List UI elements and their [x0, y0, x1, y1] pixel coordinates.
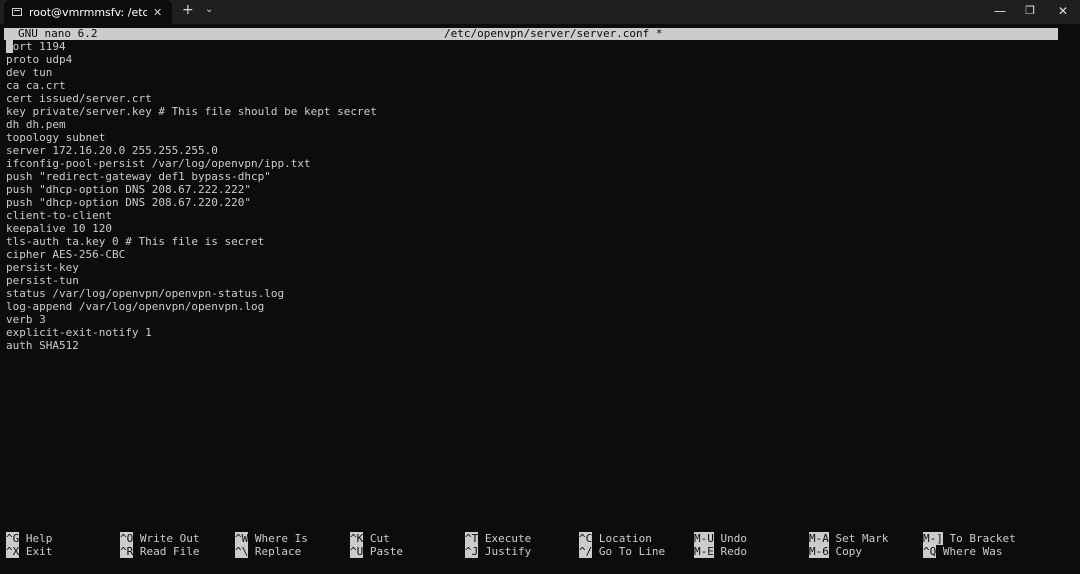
shortcut-key: ^W	[235, 532, 249, 545]
nano-version: GNU nano 6.2	[18, 27, 98, 40]
shortcut-key: ^X	[6, 545, 20, 558]
shortcut-label: Exit	[25, 545, 53, 558]
shortcut-label: Justify	[484, 545, 532, 558]
editor-line[interactable]: cipher AES-256-CBC	[6, 248, 1066, 261]
shortcut-key: ^Q	[923, 545, 937, 558]
shortcut-key: ^R	[120, 545, 134, 558]
shortcut-to-bracket[interactable]: M-] To Bracket	[923, 532, 1016, 545]
title-bar: root@vmrmmsfv: /etc/easy-r ✕ + ⌄ — ❐ ✕	[0, 0, 1080, 24]
shortcut-label: Replace	[254, 545, 302, 558]
shortcut-key: ^T	[465, 532, 479, 545]
maximize-button[interactable]: ❐	[1015, 0, 1045, 24]
editor-line[interactable]: key private/server.key # This file shoul…	[6, 105, 1066, 118]
editor-line[interactable]: push "redirect-gateway def1 bypass-dhcp"	[6, 170, 1066, 183]
editor-line[interactable]: ca ca.crt	[6, 79, 1066, 92]
shortcut-go-to-line[interactable]: ^/ Go To Line	[579, 545, 665, 558]
shortcut-location[interactable]: ^C Location	[579, 532, 652, 545]
editor-line[interactable]: verb 3	[6, 313, 1066, 326]
shortcut-key: ^\	[235, 545, 249, 558]
close-button[interactable]: ✕	[1048, 0, 1078, 24]
shortcut-key: ^C	[579, 532, 593, 545]
shortcut-label: Read File	[139, 545, 200, 558]
shortcut-where-was[interactable]: ^Q Where Was	[923, 545, 1002, 558]
shortcut-justify[interactable]: ^J Justify	[465, 545, 531, 558]
shortcut-label: Redo	[720, 545, 748, 558]
shortcut-key: ^J	[465, 545, 479, 558]
editor-line[interactable]: auth SHA512	[6, 339, 1066, 352]
shortcut-bar: ^G Help ^O Write Out ^W Where Is ^K Cut ^T E…	[6, 532, 1076, 558]
terminal-icon	[12, 8, 22, 16]
tab-title: root@vmrmmsfv: /etc/easy-r	[29, 5, 147, 19]
editor-line[interactable]: client-to-client	[6, 209, 1066, 222]
shortcut-read-file[interactable]: ^R Read File	[120, 545, 199, 558]
shortcut-label: Cut	[369, 532, 390, 545]
shortcut-key: ^K	[350, 532, 364, 545]
editor-line[interactable]: push "dhcp-option DNS 208.67.220.220"	[6, 196, 1066, 209]
editor-line[interactable]: status /var/log/openvpn/openvpn-status.l…	[6, 287, 1066, 300]
shortcut-label: Help	[25, 532, 53, 545]
editor-line[interactable]: keepalive 10 120	[6, 222, 1066, 235]
shortcut-paste[interactable]: ^U Paste	[350, 545, 403, 558]
editor-line[interactable]: persist-tun	[6, 274, 1066, 287]
shortcut-redo[interactable]: M-E Redo	[694, 545, 747, 558]
shortcut-label: Go To Line	[598, 545, 666, 558]
editor-line-text: port 1194	[6, 40, 66, 53]
editor-text-area[interactable]: port 1194 proto udp4 dev tun ca ca.crt cert …	[6, 40, 1066, 352]
shortcut-label: To Bracket	[949, 532, 1016, 545]
shortcut-key: M-A	[809, 532, 829, 545]
shortcut-label: Set Mark	[835, 532, 889, 545]
shortcut-cut[interactable]: ^K Cut	[350, 532, 390, 545]
editor-line[interactable]: push "dhcp-option DNS 208.67.222.222"	[6, 183, 1066, 196]
shortcut-exit[interactable]: ^X Exit	[6, 545, 52, 558]
terminal-tab[interactable]: root@vmrmmsfv: /etc/easy-r ✕	[4, 0, 172, 24]
shortcut-help[interactable]: ^G Help	[6, 532, 52, 545]
shortcut-label: Write Out	[139, 532, 200, 545]
shortcut-key: M-U	[694, 532, 714, 545]
editor-line[interactable]: tls-auth ta.key 0 # This file is secret	[6, 235, 1066, 248]
shortcut-key: ^/	[579, 545, 593, 558]
new-tab-button[interactable]: +	[182, 2, 194, 18]
editor-line[interactable]: dh dh.pem	[6, 118, 1066, 131]
editor-line[interactable]: server 172.16.20.0 255.255.255.0	[6, 144, 1066, 157]
shortcut-label: Where Is	[254, 532, 308, 545]
shortcut-label: Copy	[835, 545, 863, 558]
minimize-button[interactable]: —	[985, 0, 1015, 24]
shortcut-label: Location	[598, 532, 652, 545]
shortcut-undo[interactable]: M-U Undo	[694, 532, 747, 545]
nano-header-bar: GNU nano 6.2 /etc/openvpn/server/server.…	[4, 28, 1058, 40]
shortcut-key: ^O	[120, 532, 134, 545]
shortcut-key: ^U	[350, 545, 364, 558]
editor-line[interactable]: log-append /var/log/openvpn/openvpn.log	[6, 300, 1066, 313]
editor-line[interactable]: dev tun	[6, 66, 1066, 79]
chevron-down-icon[interactable]: ⌄	[205, 4, 213, 15]
shortcut-replace[interactable]: ^\ Replace	[235, 545, 301, 558]
shortcut-set-mark[interactable]: M-A Set Mark	[809, 532, 888, 545]
shortcut-write-out[interactable]: ^O Write Out	[120, 532, 199, 545]
file-name: /etc/openvpn/server/server.conf *	[444, 27, 663, 40]
editor-line[interactable]: explicit-exit-notify 1	[6, 326, 1066, 339]
editor-line[interactable]: cert issued/server.crt	[6, 92, 1066, 105]
shortcut-label: Paste	[369, 545, 403, 558]
shortcut-execute[interactable]: ^T Execute	[465, 532, 531, 545]
shortcut-key: M-E	[694, 545, 714, 558]
editor-line[interactable]: proto udp4	[6, 53, 1066, 66]
shortcut-key: M-]	[923, 532, 943, 545]
shortcut-label: Execute	[484, 532, 532, 545]
tab-close-icon[interactable]: ✕	[153, 6, 162, 19]
editor-line[interactable]: topology subnet	[6, 131, 1066, 144]
shortcut-copy[interactable]: M-6 Copy	[809, 545, 862, 558]
shortcut-label: Where Was	[942, 545, 1003, 558]
shortcut-label: Undo	[720, 532, 748, 545]
shortcut-key: M-6	[809, 545, 829, 558]
shortcut-key: ^G	[6, 532, 20, 545]
editor-line[interactable]: port 1194	[6, 40, 1066, 53]
editor-line[interactable]: persist-key	[6, 261, 1066, 274]
shortcut-where-is[interactable]: ^W Where Is	[235, 532, 308, 545]
editor-line[interactable]: ifconfig-pool-persist /var/log/openvpn/i…	[6, 157, 1066, 170]
